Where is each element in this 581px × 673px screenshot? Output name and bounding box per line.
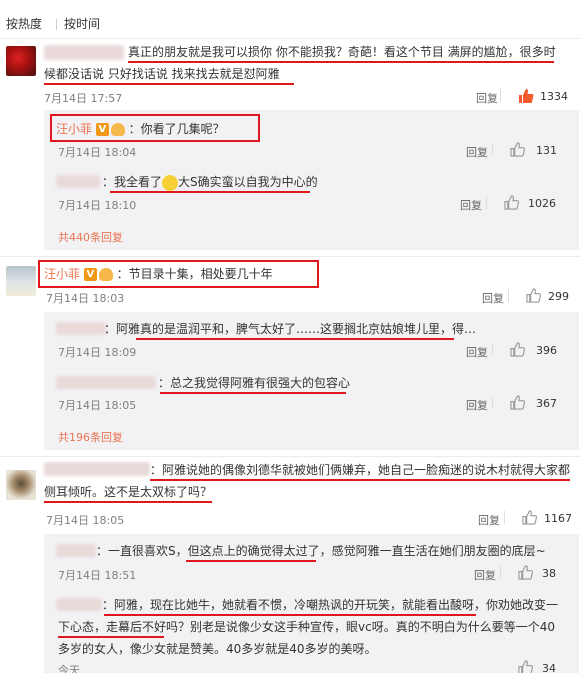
- red-underline: [44, 83, 294, 85]
- red-underline: [58, 636, 164, 638]
- red-underline: [150, 479, 570, 481]
- reply-button[interactable]: 回复: [466, 144, 488, 160]
- more-replies-link[interactable]: 共196条回复: [58, 429, 123, 445]
- thumbs-up-icon[interactable]: [522, 510, 537, 525]
- reply-time: 7月14日 18:10: [58, 199, 137, 212]
- reply-button[interactable]: 回复: [460, 197, 482, 213]
- comment-divider: [0, 256, 581, 257]
- comment-text: 候都没话说 只好找话说 找来找去就是怼阿雅: [44, 67, 280, 81]
- action-divider: [492, 143, 493, 156]
- username-redacted: [44, 45, 124, 60]
- like-count: 299: [548, 290, 569, 303]
- red-underline: [128, 61, 554, 63]
- comment-text: 真正的朋友就是我可以损你 你不能损我？奇葩！看这个节目 满屏的尴尬，很多时: [128, 45, 556, 59]
- thumbs-up-icon[interactable]: [526, 288, 541, 303]
- thumbs-up-icon[interactable]: [518, 565, 533, 580]
- header-divider: [0, 38, 581, 39]
- thumbs-up-icon[interactable]: [510, 395, 525, 410]
- thumbs-up-icon[interactable]: [504, 195, 519, 210]
- like-count: 38: [542, 567, 556, 580]
- reply-time: 7月14日 18:09: [58, 346, 137, 359]
- action-divider: [486, 196, 487, 209]
- red-underline: [136, 338, 454, 340]
- like-count: 1334: [540, 90, 568, 103]
- red-highlight-box: [50, 114, 260, 142]
- comment-time: 7月14日 17:57: [44, 92, 123, 105]
- like-count: 396: [536, 344, 557, 357]
- comment-time: 7月14日 18:03: [46, 292, 125, 305]
- reply-button[interactable]: 回复: [466, 344, 488, 360]
- comment-divider: [0, 456, 581, 457]
- red-highlight-box: [38, 260, 319, 288]
- reply-time: 7月14日 18:51: [58, 569, 137, 582]
- thumbs-up-icon[interactable]: [510, 142, 525, 157]
- comment-time: 7月14日 18:05: [46, 514, 125, 527]
- username-redacted: [56, 544, 96, 557]
- avatar[interactable]: [6, 266, 36, 296]
- action-divider: [492, 343, 493, 356]
- thumbs-up-icon[interactable]: [510, 342, 525, 357]
- avatar[interactable]: [6, 470, 36, 500]
- action-divider: [504, 511, 505, 524]
- action-divider: [500, 88, 501, 102]
- action-divider: [492, 396, 493, 409]
- reply-button[interactable]: 回复: [474, 567, 496, 583]
- avatar[interactable]: [6, 46, 36, 76]
- reply-item: ：我全看了 大S确实蛮以自我为中心的: [102, 172, 318, 192]
- more-replies-link[interactable]: 共440条回复: [58, 229, 123, 245]
- action-divider: [508, 289, 509, 302]
- red-underline: [110, 191, 310, 193]
- like-count: 1167: [544, 512, 572, 525]
- username-redacted: [56, 322, 106, 335]
- reply-text: 下心态，走幕后不好吗？别老是说像少女这手种宣传，眼vc呀。真的不明白为什么要等一…: [58, 620, 555, 634]
- username-redacted: [56, 175, 100, 188]
- reply-button[interactable]: 回复: [466, 397, 488, 413]
- reply-text: ：阿雅，现在比她牛，她就看不惯，冷嘲热讽的开玩笑，就能看出酸呀，你劝她改变一: [102, 598, 559, 612]
- reply-time: 7月14日 18:05: [58, 399, 137, 412]
- thumbs-up-icon[interactable]: [518, 660, 533, 673]
- reply-text: ：总之我觉得阿雅有很强大的包容心: [158, 376, 351, 390]
- reply-time: 7月14日 18:04: [58, 146, 137, 159]
- red-underline: [186, 560, 316, 562]
- like-count: 34: [542, 662, 556, 673]
- reply-button[interactable]: 回复: [482, 290, 504, 306]
- reply-button[interactable]: 回复: [476, 90, 498, 106]
- like-count: 1026: [528, 197, 556, 210]
- red-underline: [104, 614, 476, 616]
- action-divider: [500, 566, 501, 579]
- like-count: 367: [536, 397, 557, 410]
- username-redacted: [56, 376, 156, 389]
- sort-by-hot[interactable]: 按热度: [6, 14, 42, 34]
- reply-time: 今天: [58, 664, 80, 673]
- reply-text: ：我全看了: [102, 175, 163, 189]
- red-underline: [44, 501, 212, 503]
- sort-divider: [56, 19, 57, 30]
- reply-text: ：阿雅真的是温润平和，脾气太好了……这要搁北京姑娘堆儿里，得…: [104, 322, 477, 336]
- username-redacted: [56, 598, 102, 611]
- reply-text: ：一直很喜欢S，但这点上的确觉得太过了，感觉阿雅一直生活在她们朋友圈的底层~: [96, 544, 546, 558]
- sort-by-time[interactable]: 按时间: [64, 14, 100, 34]
- red-underline: [160, 392, 346, 394]
- smiley-emoji-icon: [162, 174, 179, 191]
- comment-text: 侧耳倾听。这不是太双标了吗？: [44, 485, 213, 499]
- reply-text: 大S确实蛮以自我为中心的: [178, 175, 318, 189]
- reply-button[interactable]: 回复: [478, 512, 500, 528]
- thumbs-up-hot-icon[interactable]: [518, 88, 534, 104]
- username-redacted: [44, 462, 150, 476]
- like-count: 131: [536, 144, 557, 157]
- reply-text: 多岁的女人，像少女就是赞美。40多岁就是40多岁的美呀。: [58, 642, 377, 656]
- comment-text: ：阿雅说她的偶像刘德华就被她们俩嫌弃，她自己一脸痴迷的说木村就得大家都: [150, 463, 571, 477]
